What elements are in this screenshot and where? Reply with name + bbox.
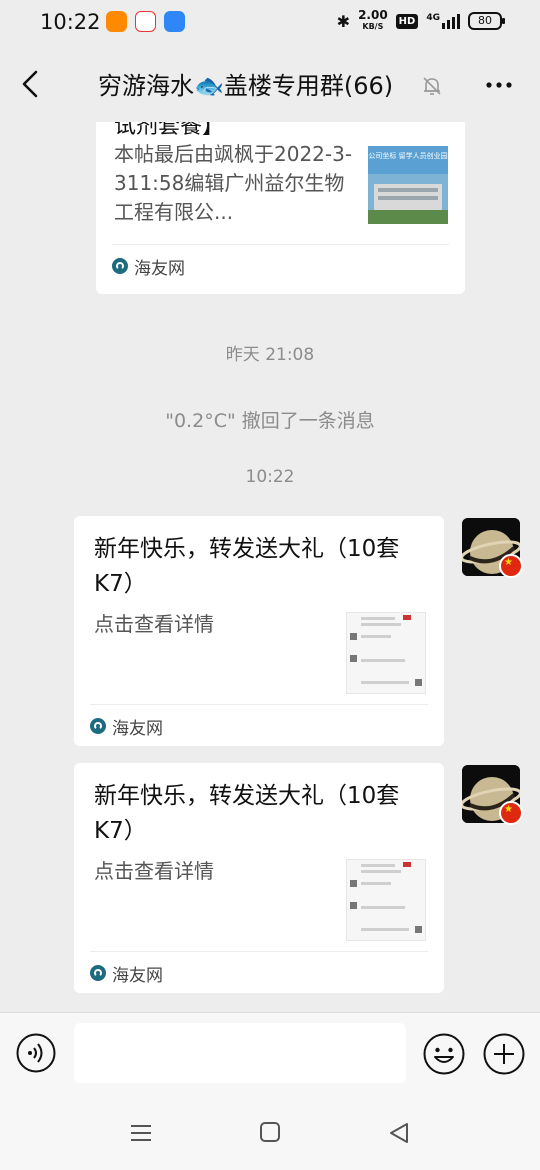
link-card-source-name: 海友网 (134, 258, 185, 279)
messenger-app-icon (164, 11, 185, 32)
link-card-message[interactable]: 新年快乐，转发送大礼（10套K7） 点击查看详情 海友网 (74, 763, 444, 993)
link-card-thumbnail (346, 612, 426, 694)
haiyou-logo-icon (90, 718, 106, 734)
recall-notice: "0.2°C" 撤回了一条消息 (165, 410, 375, 432)
signal-icon: 4G (426, 13, 460, 29)
status-bar: 10:22 ✱ 2.00 KB/S HD 4G 80 (0, 0, 540, 46)
link-card-thumbnail (346, 859, 426, 941)
input-bar (0, 1012, 540, 1099)
taobao-app-icon (106, 11, 127, 32)
plus-icon[interactable] (483, 1033, 525, 1075)
link-card-title: 试剂套餐】 (114, 122, 225, 139)
system-timestamp: 10:22 (245, 467, 295, 487)
tmall-app-icon (135, 11, 156, 32)
system-timestamp: 昨天 21:08 (225, 345, 315, 365)
link-card-title: 新年快乐，转发送大礼（10套K7） (94, 536, 400, 597)
chat-title: 穷游海水🐟盖楼专用群(66) (98, 72, 394, 100)
more-dots-icon[interactable] (484, 72, 514, 98)
status-app-icons (106, 11, 185, 32)
status-indicators: ✱ 2.00 KB/S HD 4G 80 (336, 8, 505, 32)
china-flag-badge-icon (499, 801, 523, 825)
battery-icon: 80 (468, 12, 505, 30)
link-card-previous[interactable]: 试剂套餐】 本帖最后由飒枫于2022-3-311:58编辑广州益尔生物工程有限公… (96, 122, 465, 294)
chat-header: 穷游海水🐟盖楼专用群(66) (0, 46, 540, 122)
link-card-description: 点击查看详情 (94, 859, 214, 883)
voice-input-icon[interactable] (16, 1033, 56, 1073)
haiyou-logo-icon (90, 965, 106, 981)
link-card-thumbnail: 公司坐标 留学人员创业园 (368, 146, 448, 224)
china-flag-badge-icon (499, 554, 523, 578)
link-card-description: 点击查看详情 (94, 612, 214, 636)
home-square-icon[interactable] (258, 1120, 282, 1144)
link-card-message[interactable]: 新年快乐，转发送大礼（10套K7） 点击查看详情 海友网 (74, 516, 444, 746)
system-nav-bar (0, 1098, 540, 1170)
link-card-source: 海友网 (90, 951, 428, 994)
chevron-left-icon[interactable] (16, 66, 46, 102)
back-triangle-icon[interactable] (386, 1120, 412, 1146)
network-speed: 2.00 KB/S (358, 8, 388, 32)
bluetooth-icon: ✱ (336, 11, 351, 31)
chat-messages[interactable]: 试剂套餐】 本帖最后由飒枫于2022-3-311:58编辑广州益尔生物工程有限公… (0, 122, 540, 1012)
link-card-source-name: 海友网 (112, 965, 163, 986)
link-card-source-name: 海友网 (112, 718, 163, 739)
message-input[interactable] (74, 1023, 406, 1083)
link-card-description: 本帖最后由飒枫于2022-3-311:58编辑广州益尔生物工程有限公... (114, 142, 353, 224)
link-card-source: 海友网 (90, 704, 428, 747)
network-speed-value: 2.00 (358, 8, 388, 22)
link-card-source: 海友网 (112, 244, 449, 287)
status-time: 10:22 (40, 10, 101, 34)
emoji-icon[interactable] (423, 1033, 465, 1075)
bell-off-icon (423, 77, 441, 95)
thumbnail-caption-1: 公司坐标 留学人员创业园 (368, 151, 447, 160)
haiyou-logo-icon (112, 258, 128, 274)
network-speed-unit: KB/S (362, 22, 384, 31)
link-card-title: 新年快乐，转发送大礼（10套K7） (94, 783, 400, 844)
signal-label: 4G (426, 13, 440, 23)
menu-icon[interactable] (128, 1120, 154, 1146)
hd-badge: HD (395, 13, 419, 29)
